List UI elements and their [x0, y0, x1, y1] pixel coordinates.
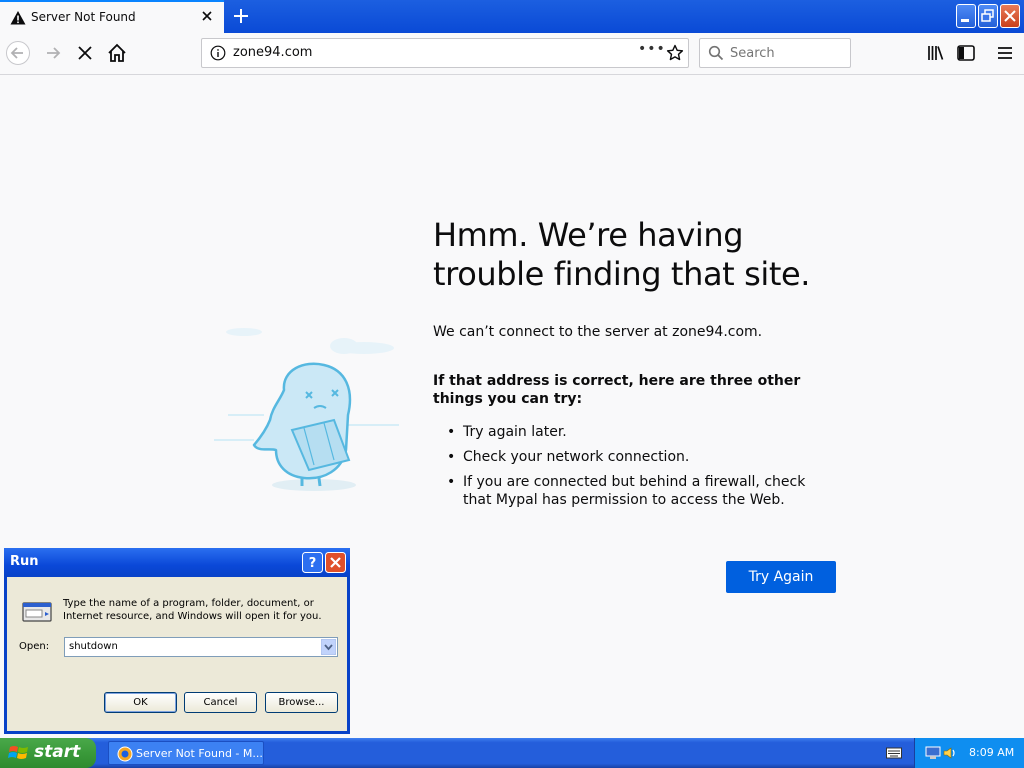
- keyboard-icon[interactable]: [886, 746, 902, 760]
- suggestion-item: If you are connected but behind a firewa…: [433, 473, 833, 509]
- taskbar-item-browser[interactable]: Server Not Found - M...: [108, 741, 264, 765]
- run-dialog: Run ? Type the name of a program, folder…: [4, 548, 350, 734]
- tab-title: Server Not Found: [31, 10, 136, 24]
- window-close-button[interactable]: [1000, 4, 1020, 28]
- stop-icon[interactable]: [73, 41, 97, 65]
- window-minimize-button[interactable]: [956, 4, 976, 28]
- info-icon[interactable]: [210, 45, 226, 61]
- error-description: We can’t connect to the server at zone94…: [433, 324, 763, 340]
- windows-flag-icon: [8, 746, 28, 759]
- help-glyph: ?: [309, 556, 317, 571]
- cancel-button[interactable]: Cancel: [184, 692, 257, 713]
- network-icon[interactable]: [925, 746, 941, 760]
- window-restore-button[interactable]: [978, 4, 998, 28]
- search-icon: [708, 45, 724, 61]
- run-dialog-description: Type the name of a program, folder, docu…: [63, 598, 322, 622]
- start-button[interactable]: start: [0, 738, 96, 768]
- search-input[interactable]: [730, 44, 840, 62]
- bookmark-star-icon[interactable]: [666, 44, 684, 62]
- back-arrow-icon[interactable]: [6, 41, 30, 65]
- start-label: start: [34, 742, 81, 762]
- error-illustration: [214, 328, 399, 491]
- url-text[interactable]: zone94.com: [233, 45, 312, 60]
- try-again-button[interactable]: Try Again: [726, 561, 836, 593]
- warning-icon: [10, 11, 26, 25]
- page-actions-menu-button[interactable]: •••: [638, 41, 666, 57]
- run-program-icon: [22, 602, 52, 622]
- new-tab-icon[interactable]: [231, 6, 251, 26]
- system-tray: 8:09 AM: [914, 738, 1024, 768]
- suggestions-heading: If that address is correct, here are thr…: [433, 373, 801, 407]
- speaker-icon[interactable]: [943, 746, 957, 760]
- sidebar-icon[interactable]: [954, 41, 978, 65]
- run-dialog-titlebar[interactable]: Run ?: [4, 548, 350, 577]
- url-bar[interactable]: zone94.com •••: [201, 38, 689, 68]
- taskbar: start Server Not Found - M... 8:09 AM: [0, 738, 1024, 768]
- open-label: Open:: [19, 641, 50, 652]
- suggestion-item: Try again later.: [433, 423, 833, 441]
- tab-strip: Server Not Found: [0, 0, 1024, 33]
- taskbar-item-label: Server Not Found - M...: [136, 747, 263, 760]
- tab-server-not-found[interactable]: Server Not Found: [0, 0, 224, 33]
- ok-button[interactable]: OK: [104, 692, 177, 713]
- run-dialog-title: Run: [10, 554, 39, 569]
- browse-button[interactable]: Browse...: [265, 692, 338, 713]
- help-icon[interactable]: ?: [302, 552, 323, 573]
- dropdown-arrow-icon[interactable]: [321, 639, 336, 655]
- open-input-value[interactable]: shutdown: [69, 641, 118, 652]
- search-box[interactable]: [699, 38, 851, 68]
- menu-icon[interactable]: [993, 41, 1017, 65]
- tab-close-icon[interactable]: [199, 8, 215, 24]
- open-combobox[interactable]: shutdown: [64, 637, 338, 657]
- home-icon[interactable]: [105, 41, 129, 65]
- close-icon[interactable]: [325, 552, 346, 573]
- browser-app-icon: [117, 746, 133, 762]
- clock: 8:09 AM: [969, 746, 1015, 759]
- suggestions-list: Try again later. Check your network conn…: [433, 423, 833, 516]
- library-icon[interactable]: [923, 41, 947, 65]
- forward-arrow-icon[interactable]: [42, 41, 66, 65]
- navigation-toolbar: zone94.com •••: [0, 33, 1024, 75]
- error-title: Hmm. We’re having trouble finding that s…: [433, 216, 811, 293]
- suggestion-item: Check your network connection.: [433, 448, 833, 466]
